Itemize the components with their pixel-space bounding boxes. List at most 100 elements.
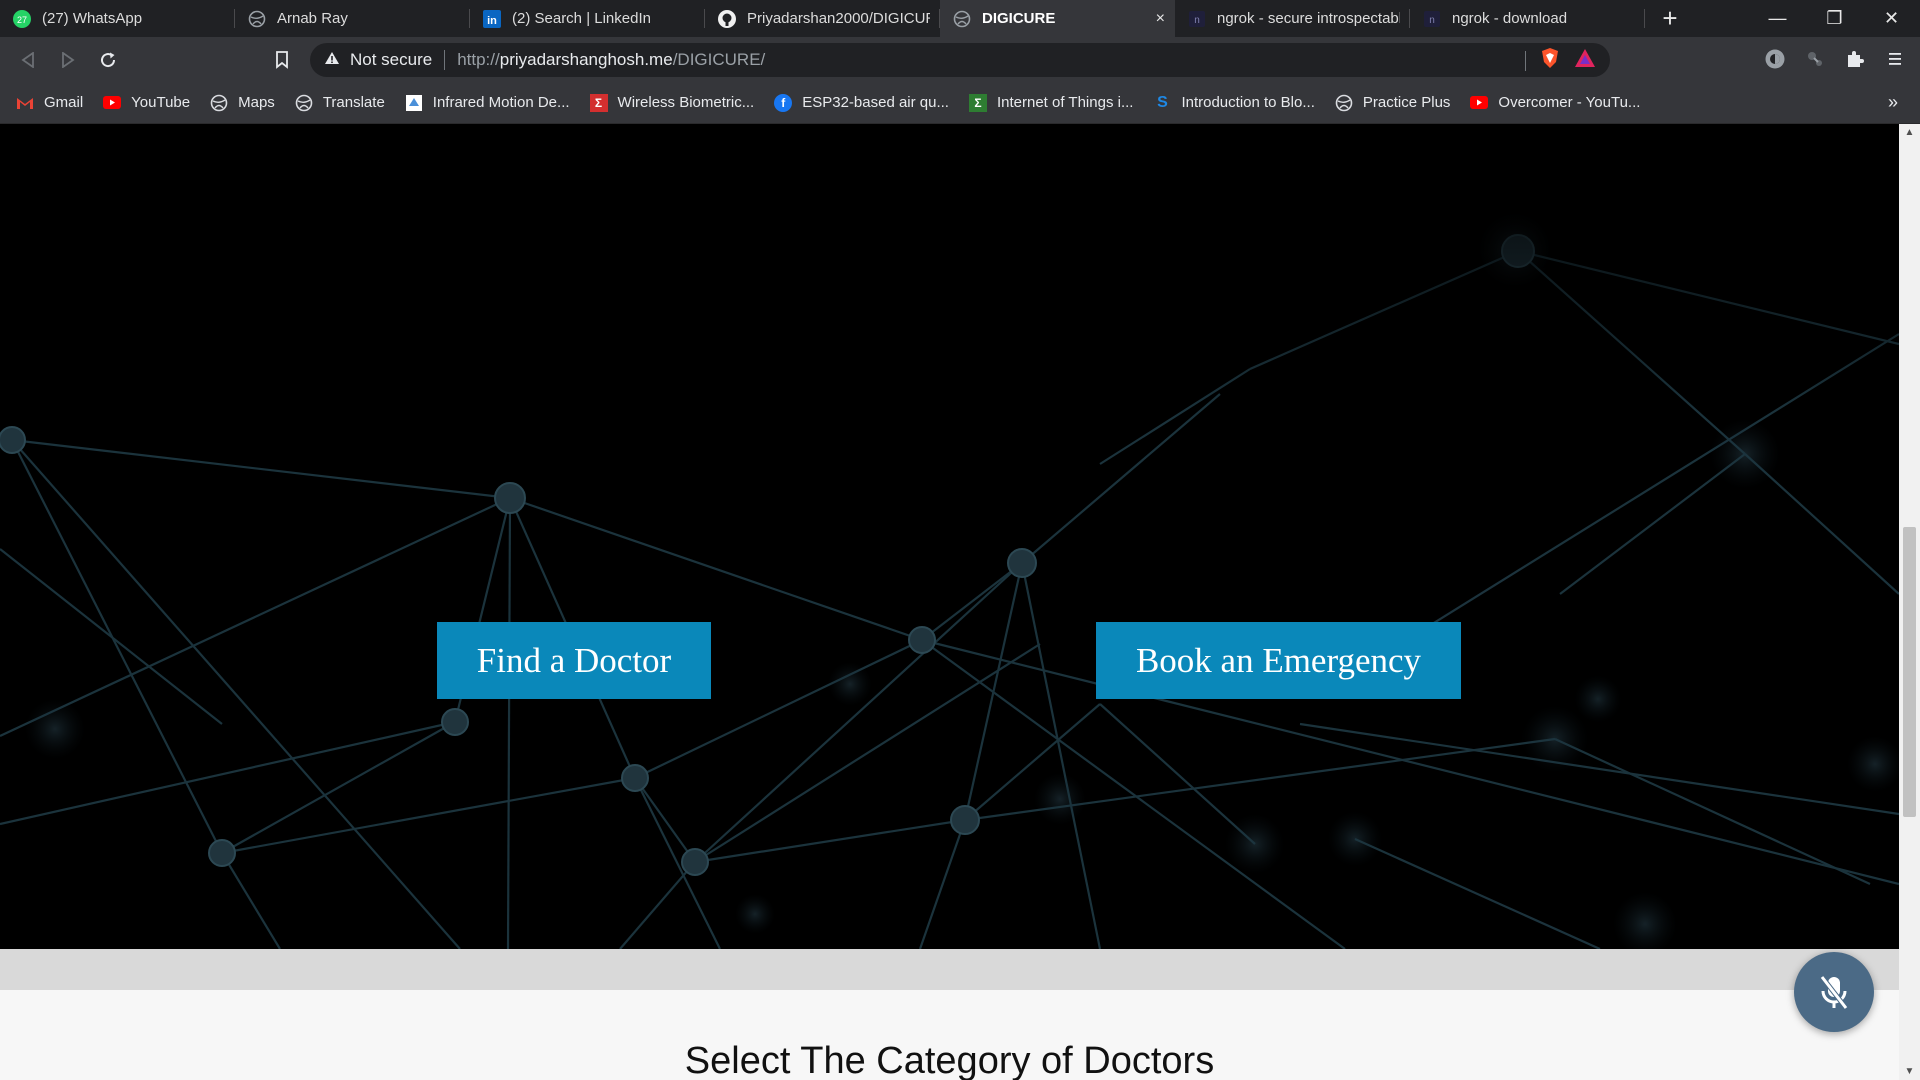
tab-title: Priyadarshan2000/DIGICURE	[747, 10, 930, 27]
tab-title: ngrok - secure introspectable	[1217, 10, 1400, 27]
scroll-down-arrow[interactable]: ▼	[1899, 1063, 1920, 1080]
svg-text:n: n	[1194, 15, 1200, 26]
ngrok-icon: n	[1422, 9, 1442, 29]
bookmark-overcomer[interactable]: Overcomer - YouTu...	[1470, 94, 1640, 112]
tab-title: ngrok - download	[1452, 10, 1568, 27]
bookmark-esp32[interactable]: f ESP32-based air qu...	[774, 93, 949, 112]
book-emergency-button[interactable]: Book an Emergency	[1096, 622, 1461, 699]
globe-icon	[210, 94, 228, 112]
svg-text:27: 27	[17, 15, 27, 25]
divider	[1525, 50, 1526, 71]
page-icon	[405, 94, 423, 112]
minimize-button[interactable]: —	[1749, 0, 1806, 37]
bookmark-label: Internet of Things i...	[996, 94, 1134, 111]
youtube-icon	[1470, 94, 1489, 112]
brave-shields-icon[interactable]	[1540, 47, 1560, 74]
close-tab-icon[interactable]: ×	[1156, 10, 1165, 28]
restore-button[interactable]: ❐	[1806, 0, 1863, 37]
close-window-button[interactable]: ✕	[1863, 0, 1920, 37]
url-text[interactable]: http://priyadarshanghosh.me/DIGICURE/	[457, 50, 765, 70]
translate-extension-icon[interactable]	[1800, 41, 1830, 77]
page-scrollbar[interactable]: ▲ ▼	[1899, 124, 1920, 1080]
browser-toolbar: Not secure http://priyadarshanghosh.me/D…	[0, 37, 1920, 82]
tab-digicure[interactable]: DIGICURE ×	[940, 0, 1175, 37]
vpn-icon[interactable]	[1760, 41, 1790, 77]
section-divider-band	[0, 949, 1899, 990]
reload-button[interactable]	[88, 40, 128, 80]
bookmark-translate[interactable]: Translate	[295, 94, 385, 112]
ngrok-icon: n	[1187, 9, 1207, 29]
window-controls: — ❐ ✕	[1749, 0, 1920, 37]
tab-linkedin[interactable]: in (2) Search | LinkedIn	[470, 0, 705, 37]
github-icon	[717, 9, 737, 29]
back-button[interactable]	[8, 40, 48, 80]
url-path: /DIGICURE/	[672, 50, 766, 69]
scroll-up-arrow[interactable]: ▲	[1899, 124, 1920, 141]
new-tab-button[interactable]: +	[1645, 0, 1695, 37]
url-host: priyadarshanghosh.me	[499, 50, 673, 69]
voice-assistant-button[interactable]	[1794, 952, 1874, 1032]
svg-text:n: n	[1429, 15, 1435, 26]
bookmark-label: Translate	[322, 94, 385, 111]
bookmark-practice-plus[interactable]: Practice Plus	[1335, 94, 1451, 112]
globe-icon	[1335, 94, 1353, 112]
bookmark-infrared-motion[interactable]: Infrared Motion De...	[405, 94, 570, 112]
facebook-icon: f	[774, 93, 793, 112]
section-title: Select The Category of Doctors	[684, 1040, 1215, 1080]
bookmark-label: Wireless Biometric...	[617, 94, 755, 111]
url-scheme: http://	[457, 50, 500, 69]
bookmark-gmail[interactable]: Gmail	[16, 94, 83, 112]
tab-github[interactable]: Priyadarshan2000/DIGICURE	[705, 0, 940, 37]
tab-ngrok-download[interactable]: n ngrok - download	[1410, 0, 1645, 37]
bookmark-page-button[interactable]	[262, 40, 302, 80]
tab-strip: 27 (27) WhatsApp Arnab Ray in (2) Search…	[0, 0, 1920, 37]
bookmark-maps[interactable]: Maps	[210, 94, 275, 112]
tab-ngrok-introspect[interactable]: n ngrok - secure introspectable	[1175, 0, 1410, 37]
network-background	[0, 124, 1899, 949]
sigma-icon: Σ	[589, 93, 608, 112]
find-doctor-button[interactable]: Find a Doctor	[437, 622, 711, 699]
extensions-puzzle-icon[interactable]	[1840, 41, 1870, 77]
more-bookmarks-button[interactable]: »	[1888, 92, 1898, 113]
bookmark-label: YouTube	[131, 94, 191, 111]
bookmark-label: Practice Plus	[1362, 94, 1451, 111]
bookmark-label: Overcomer - YouTu...	[1498, 94, 1641, 111]
divider	[444, 50, 446, 70]
globe-icon	[247, 9, 267, 29]
bookmark-label: Infrared Motion De...	[432, 94, 570, 111]
address-bar[interactable]: Not secure http://priyadarshanghosh.me/D…	[310, 43, 1610, 77]
bookmark-wireless-biometric[interactable]: Σ Wireless Biometric...	[589, 93, 755, 112]
bookmark-label: Introduction to Blo...	[1181, 94, 1315, 111]
tab-title: Arnab Ray	[277, 10, 348, 27]
tab-whatsapp[interactable]: 27 (27) WhatsApp	[0, 0, 235, 37]
bookmark-icon	[276, 51, 288, 69]
forward-button[interactable]	[48, 40, 88, 80]
security-label[interactable]: Not secure	[350, 50, 432, 70]
tab-title: (27) WhatsApp	[42, 10, 143, 27]
gmail-icon	[16, 94, 34, 112]
brave-rewards-icon[interactable]	[1574, 48, 1596, 73]
linkedin-icon: in	[482, 9, 502, 29]
globe-icon	[952, 9, 972, 29]
forward-arrow-icon	[62, 52, 75, 68]
bookmarks-bar: Gmail YouTube Maps Translate Infrared Mo…	[0, 82, 1920, 124]
doctor-category-section: Select The Category of Doctors	[0, 990, 1899, 1080]
sigma-icon: Σ	[968, 93, 987, 112]
tab-arnab-ray[interactable]: Arnab Ray	[235, 0, 470, 37]
menu-icon[interactable]	[1880, 41, 1910, 77]
bookmark-intro-blockchain[interactable]: S Introduction to Blo...	[1153, 94, 1315, 112]
bookmark-iot[interactable]: Σ Internet of Things i...	[968, 93, 1134, 112]
mic-off-icon	[1820, 975, 1848, 1010]
bookmark-youtube[interactable]: YouTube	[103, 94, 190, 112]
globe-icon	[295, 94, 313, 112]
warning-icon[interactable]	[324, 51, 340, 69]
hero-section: Find a Doctor Book an Emergency	[0, 124, 1899, 949]
back-arrow-icon	[21, 52, 34, 68]
scroll-thumb[interactable]	[1903, 527, 1916, 817]
whatsapp-icon: 27	[12, 9, 32, 29]
tab-title: DIGICURE	[982, 10, 1056, 27]
svg-text:in: in	[487, 15, 497, 27]
bookmark-label: Gmail	[44, 94, 84, 111]
tab-title: (2) Search | LinkedIn	[512, 10, 651, 27]
page-viewport: Find a Doctor Book an Emergency Select T…	[0, 124, 1899, 1080]
